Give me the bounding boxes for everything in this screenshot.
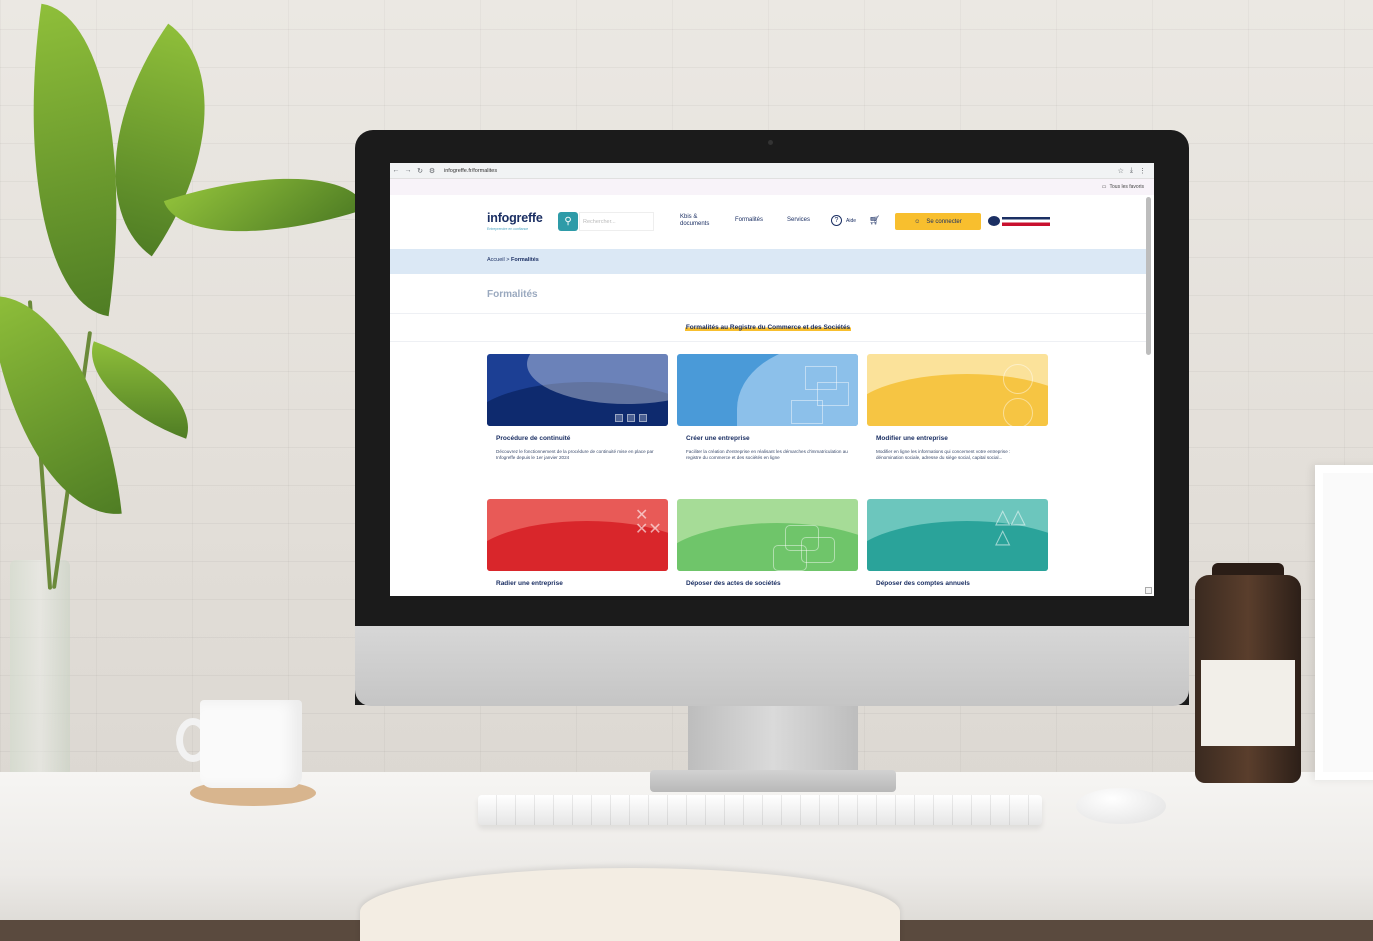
circle-icon [1003, 364, 1033, 394]
card-illustration [867, 354, 1048, 426]
login-button[interactable]: ☺ Se connecter [895, 213, 981, 230]
webcam [768, 140, 773, 145]
infogreffe-logo[interactable]: infogreffe [487, 211, 543, 225]
card-deposer-comptes[interactable]: △△ △ Déposer des comptes annuels [867, 499, 1048, 587]
card-title: Radier une entreprise [496, 580, 563, 587]
card-illustration: △△ △ [867, 499, 1048, 571]
cart-icon[interactable]: 🛒︎ [869, 215, 880, 226]
card-illustration [677, 354, 858, 426]
card-creer-entreprise[interactable]: Créer une entreprise Faciliter la créati… [677, 354, 858, 461]
keyboard [478, 795, 1042, 825]
square-icon [627, 414, 635, 422]
forward-arrow-icon[interactable]: → [402, 167, 414, 174]
breadcrumb-separator: > [506, 257, 510, 263]
glass-vase [10, 560, 70, 780]
partner-logo[interactable] [988, 215, 1050, 227]
breadcrumb: Accueil > Formalités [390, 249, 1146, 274]
bookmarks-bar: ▭ Tous les favoris [390, 179, 1154, 195]
divider [390, 341, 1146, 342]
square-icon [639, 414, 647, 422]
user-icon: ☺ [914, 218, 921, 225]
triangle-icon: △△ △ [995, 506, 1026, 548]
nav-formalites[interactable]: Formalités [735, 217, 763, 223]
nav-aide[interactable]: Aide [846, 218, 856, 224]
reload-icon[interactable]: ↻ [414, 167, 426, 175]
card-deposer-actes[interactable]: Déposer des actes de sociétés [677, 499, 858, 587]
star-icon[interactable]: ☆ [1118, 167, 1124, 175]
cross-icon: ✕ ✕✕ [635, 507, 662, 538]
search-icon[interactable]: ⚲ [558, 212, 578, 231]
picture-frame [1315, 465, 1373, 780]
download-icon[interactable]: ⤓ [1130, 167, 1133, 175]
site-info-icon[interactable]: ⚙ [426, 167, 438, 175]
address-bar[interactable]: infogreffe.fr/formalites [444, 168, 497, 174]
card-illustration [487, 354, 668, 426]
mouse [1076, 788, 1166, 824]
card-description: Modifier en ligne les informations qui c… [876, 449, 1011, 460]
browser-window: ← → ↻ ⚙ infogreffe.fr/formalites ☆ ⤓ ⋮ ▭… [390, 163, 1154, 596]
card-illustration [677, 499, 858, 571]
folder-icon: ▭ [1101, 184, 1107, 190]
nav-kbis-documents[interactable]: Kbis & documents [680, 214, 709, 228]
scroll-down-button[interactable] [1145, 587, 1152, 594]
breadcrumb-home[interactable]: Accueil [487, 257, 505, 263]
partner-emblem-icon [988, 216, 1000, 226]
menu-dots-icon[interactable]: ⋮ [1139, 167, 1146, 175]
help-circle-icon[interactable]: ? [831, 215, 842, 226]
logo-tagline: Entreprendre en confiance [487, 227, 529, 231]
card-title: Déposer des comptes annuels [876, 580, 970, 587]
document-icon [773, 545, 807, 571]
card-radier-entreprise[interactable]: ✕ ✕✕ Radier une entreprise [487, 499, 668, 587]
nav-services[interactable]: Services [787, 217, 810, 223]
card-title: Modifier une entreprise [876, 435, 948, 442]
site-header: infogreffe Entreprendre en confiance ⚲ R… [390, 195, 1146, 249]
section-heading-text: Formalités au Registre du Commerce et de… [684, 324, 852, 331]
divider [390, 313, 1146, 314]
frame-icon [791, 400, 823, 424]
card-title: Procédure de continuité [496, 435, 571, 442]
card-modifier-entreprise[interactable]: Modifier une entreprise Modifier en lign… [867, 354, 1048, 461]
page-scrollbar[interactable] [1146, 197, 1151, 355]
card-title: Déposer des actes de sociétés [686, 580, 781, 587]
browser-toolbar: ← → ↻ ⚙ infogreffe.fr/formalites ☆ ⤓ ⋮ [390, 163, 1154, 179]
card-description: Faciliter la création d'entreprise en ré… [686, 449, 848, 460]
section-heading: Formalités au Registre du Commerce et de… [390, 324, 1146, 331]
square-icon [615, 414, 623, 422]
circle-icon [1003, 398, 1033, 426]
browser-actions: ☆ ⤓ ⋮ [1118, 167, 1154, 175]
card-title: Créer une entreprise [686, 435, 750, 442]
partner-flag-stripes [1002, 216, 1050, 226]
card-illustration: ✕ ✕✕ [487, 499, 668, 571]
breadcrumb-current: Formalités [511, 257, 539, 263]
white-mug [200, 700, 302, 788]
card-procedure-continuite[interactable]: Procédure de continuité Découvrez le fon… [487, 354, 668, 461]
jar-label [1201, 660, 1295, 746]
nav-kbis-line2: documents [680, 221, 710, 227]
page-title: Formalités [487, 289, 538, 300]
nav-kbis-line1: Kbis & [680, 214, 698, 220]
monitor-stand [688, 706, 858, 776]
card-description: Découvrez le fonctionnement de la procéd… [496, 449, 654, 460]
search-input[interactable]: Rechercher... [579, 212, 654, 231]
all-bookmarks-link[interactable]: Tous les favoris [1110, 184, 1144, 190]
monitor-chin [355, 626, 1189, 706]
login-label: Se connecter [926, 218, 962, 225]
back-arrow-icon[interactable]: ← [390, 167, 402, 174]
monitor-stand-foot [650, 770, 896, 792]
